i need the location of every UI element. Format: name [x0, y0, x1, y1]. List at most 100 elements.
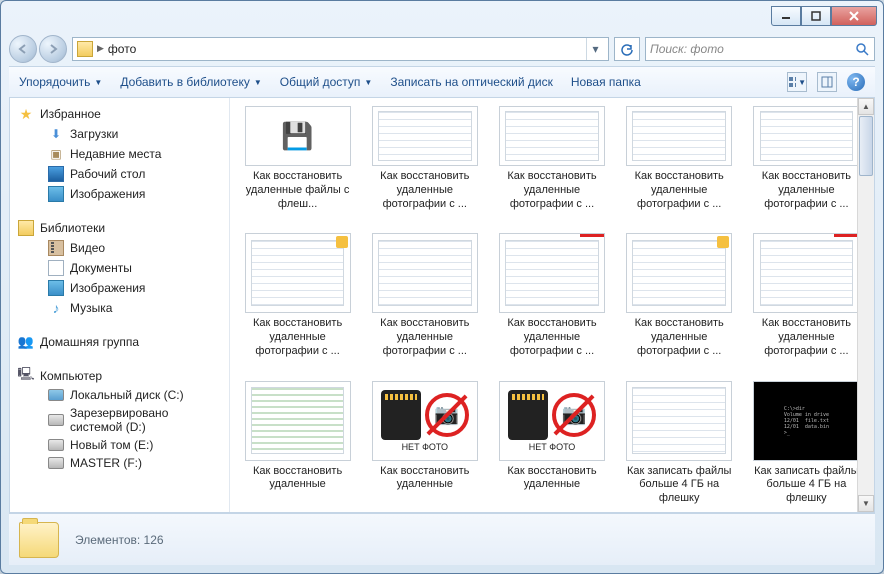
view-options-button[interactable]: ▼ — [787, 72, 807, 92]
file-grid-area[interactable]: 💾Как восстановить удаленные файлы с флеш… — [230, 98, 874, 512]
burn-button[interactable]: Записать на оптический диск — [390, 75, 553, 89]
preview-pane-button[interactable] — [817, 72, 837, 92]
address-bar[interactable]: ▶ фото ▾ — [72, 37, 609, 61]
video-icon — [48, 240, 64, 256]
sidebar-libraries[interactable]: Библиотеки — [10, 218, 229, 238]
file-item[interactable]: 💾Как восстановить удаленные файлы с флеш… — [238, 102, 357, 215]
search-placeholder: Поиск: фото — [650, 42, 854, 56]
thumbnail — [245, 381, 351, 461]
file-item[interactable]: Как восстановить удаленные фотографии с … — [620, 229, 739, 362]
content-area: ★Избранное ⬇Загрузки ▣Недавние места Раб… — [9, 98, 875, 513]
file-label: Как восстановить удаленные фотографии с … — [751, 317, 862, 358]
sidebar-music[interactable]: ♪Музыка — [10, 298, 229, 318]
file-label: Как восстановить удаленные — [496, 465, 607, 493]
folder-icon — [77, 41, 93, 57]
file-label: Как восстановить удаленные фотографии с … — [624, 170, 735, 211]
sidebar-images[interactable]: Изображения — [10, 184, 229, 204]
drive-icon — [48, 389, 64, 401]
sidebar-desktop[interactable]: Рабочий стол — [10, 164, 229, 184]
file-label: Как записать файлы больше 4 ГБ на флешку — [751, 465, 862, 506]
maximize-button[interactable] — [801, 6, 831, 26]
music-icon: ♪ — [48, 300, 64, 316]
status-text: Элементов: 126 — [75, 533, 164, 547]
drive-icon — [48, 457, 64, 469]
sidebar-video[interactable]: Видео — [10, 238, 229, 258]
forward-button[interactable] — [39, 35, 67, 63]
file-label: Как восстановить удаленные фотографии с … — [369, 170, 480, 211]
sidebar-drive-f[interactable]: MASTER (F:) — [10, 454, 229, 472]
scroll-thumb[interactable] — [859, 116, 873, 176]
help-button[interactable]: ? — [847, 73, 865, 91]
sidebar-downloads[interactable]: ⬇Загрузки — [10, 124, 229, 144]
sidebar-drive-e[interactable]: Новый том (E:) — [10, 436, 229, 454]
file-label: Как восстановить удаленные — [369, 465, 480, 493]
explorer-window: ▶ фото ▾ Поиск: фото Упорядочить▼ Добави… — [0, 0, 884, 574]
folder-icon — [19, 522, 59, 558]
file-label: Как восстановить удаленные файлы с флеш.… — [242, 170, 353, 211]
sidebar: ★Избранное ⬇Загрузки ▣Недавние места Раб… — [10, 98, 230, 512]
search-box[interactable]: Поиск: фото — [645, 37, 875, 61]
thumbnail: 📷НЕТ ФОТО — [372, 381, 478, 461]
file-grid: 💾Как восстановить удаленные файлы с флеш… — [238, 102, 866, 510]
thumbnail — [626, 106, 732, 166]
file-item[interactable]: Как восстановить удаленные фотографии с … — [492, 229, 611, 362]
close-button[interactable] — [831, 6, 877, 26]
document-icon — [48, 260, 64, 276]
star-icon: ★ — [18, 106, 34, 122]
file-item[interactable]: Как восстановить удаленные фотографии с … — [492, 102, 611, 215]
address-text[interactable]: фото — [108, 42, 582, 56]
minimize-button[interactable] — [771, 6, 801, 26]
thumbnail — [626, 233, 732, 313]
scroll-down-button[interactable]: ▼ — [858, 495, 874, 512]
file-item[interactable]: C:\>dir Volume in drive 12/01 file.txt 1… — [747, 377, 866, 510]
sidebar-computer[interactable]: 🖳Компьютер — [10, 366, 229, 386]
file-item[interactable]: 📷НЕТ ФОТО Как восстановить удаленные — [365, 377, 484, 510]
sidebar-favorites[interactable]: ★Избранное — [10, 104, 229, 124]
sidebar-recent[interactable]: ▣Недавние места — [10, 144, 229, 164]
drive-icon — [48, 439, 64, 451]
search-icon[interactable] — [854, 41, 870, 57]
sidebar-drive-c[interactable]: Локальный диск (C:) — [10, 386, 229, 404]
thumbnail — [499, 233, 605, 313]
back-button[interactable] — [9, 35, 37, 63]
file-item[interactable]: 📷НЕТ ФОТОКак восстановить удаленные — [492, 377, 611, 510]
thumbnail — [499, 106, 605, 166]
file-item[interactable]: Как восстановить удаленные — [238, 377, 357, 510]
nav-row: ▶ фото ▾ Поиск: фото — [1, 31, 883, 66]
add-library-menu[interactable]: Добавить в библиотеку▼ — [120, 75, 261, 89]
refresh-button[interactable] — [614, 37, 640, 61]
file-item[interactable]: Как записать файлы больше 4 ГБ на флешку — [620, 377, 739, 510]
file-item[interactable]: Как восстановить удаленные фотографии с … — [365, 229, 484, 362]
organize-menu[interactable]: Упорядочить▼ — [19, 75, 102, 89]
images-icon — [48, 280, 64, 296]
file-label: Как восстановить удаленные фотографии с … — [751, 170, 862, 211]
vertical-scrollbar[interactable]: ▲ ▼ — [857, 98, 874, 512]
sidebar-homegroup[interactable]: 👥Домашняя группа — [10, 332, 229, 352]
titlebar[interactable] — [1, 1, 883, 31]
new-folder-button[interactable]: Новая папка — [571, 75, 641, 89]
desktop-icon — [48, 166, 64, 182]
share-menu[interactable]: Общий доступ▼ — [280, 75, 373, 89]
file-item[interactable]: Как восстановить удаленные фотографии с … — [747, 229, 866, 362]
homegroup-icon: 👥 — [18, 334, 34, 350]
file-item[interactable]: Как восстановить удаленные фотографии с … — [747, 102, 866, 215]
chevron-down-icon: ▼ — [254, 78, 262, 87]
chevron-down-icon: ▼ — [94, 78, 102, 87]
window-controls — [771, 6, 877, 26]
sidebar-drive-d[interactable]: Зарезервировано системой (D:) — [10, 404, 229, 436]
file-item[interactable]: Как восстановить удаленные фотографии с … — [238, 229, 357, 362]
thumbnail: C:\>dir Volume in drive 12/01 file.txt 1… — [753, 381, 859, 461]
file-item[interactable]: Как восстановить удаленные фотографии с … — [620, 102, 739, 215]
scroll-up-button[interactable]: ▲ — [858, 98, 874, 115]
thumbnail — [753, 106, 859, 166]
nav-buttons — [9, 35, 67, 63]
thumbnail — [245, 233, 351, 313]
sidebar-documents[interactable]: Документы — [10, 258, 229, 278]
sidebar-lib-images[interactable]: Изображения — [10, 278, 229, 298]
thumbnail — [626, 381, 732, 461]
file-item[interactable]: Как восстановить удаленные фотографии с … — [365, 102, 484, 215]
thumbnail: 💾 — [245, 106, 351, 166]
address-dropdown[interactable]: ▾ — [586, 38, 604, 60]
drive-icon — [48, 414, 64, 426]
file-label: Как записать файлы больше 4 ГБ на флешку — [624, 465, 735, 506]
